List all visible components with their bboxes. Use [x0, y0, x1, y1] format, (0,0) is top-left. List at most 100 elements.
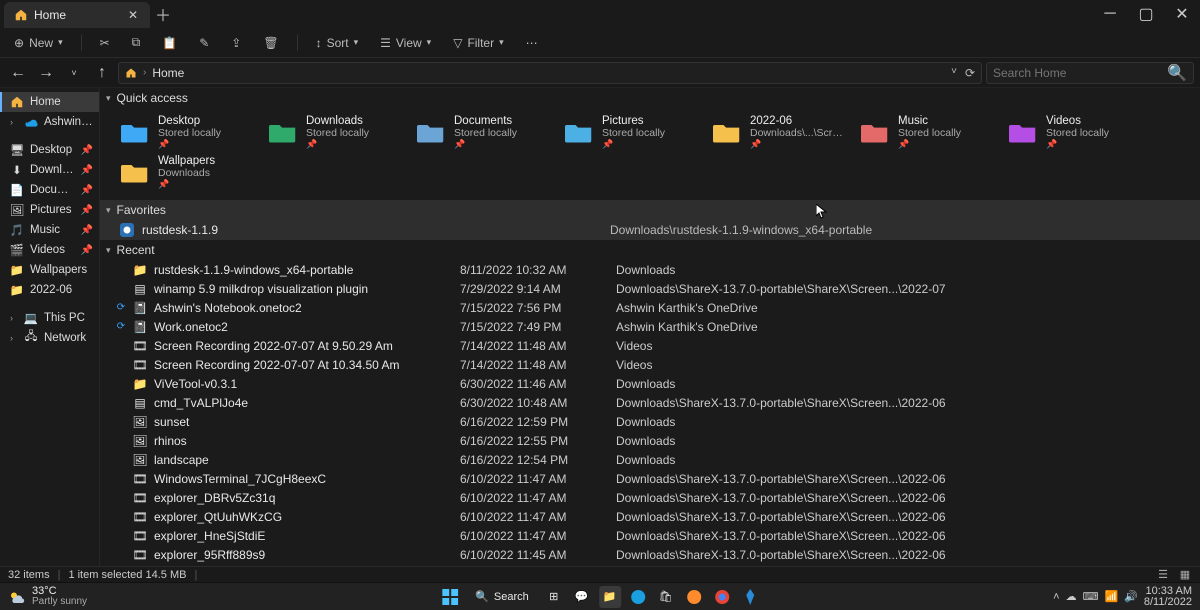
- recent-item[interactable]: 📁ViVeTool-v0.3.16/30/2022 11:46 AMDownlo…: [100, 374, 1200, 393]
- quick-access-tile[interactable]: WallpapersDownloads📌: [116, 152, 260, 192]
- recent-item[interactable]: ⟳📓Ashwin's Notebook.onetoc27/15/2022 7:5…: [100, 298, 1200, 317]
- system-tray[interactable]: ˄ ☁ ⌨ 📶 🔊 10:33 AM 8/11/2022: [1053, 586, 1192, 608]
- taskbar-app-chat[interactable]: 💬: [571, 586, 593, 608]
- taskbar-search[interactable]: 🔍Search: [467, 588, 537, 605]
- taskbar-app-edge[interactable]: [627, 586, 649, 608]
- more-button[interactable]: ⋯: [518, 33, 546, 53]
- tray-volume-icon[interactable]: 🔊: [1124, 590, 1138, 603]
- section-favorites[interactable]: ▾ Favorites: [100, 200, 1200, 220]
- sidebar-item-network[interactable]: ›🖧Network: [0, 328, 99, 348]
- view-icon: ☰: [380, 36, 391, 50]
- taskbar-app-store[interactable]: 🛍: [655, 586, 677, 608]
- tab-home[interactable]: Home ✕: [4, 2, 150, 28]
- sidebar-item-personal[interactable]: › Ashwin - Personal: [0, 112, 99, 132]
- view-button[interactable]: ☰View▾: [372, 33, 439, 53]
- recent-item[interactable]: 🎞Screen Recording 2022-07-07 At 10.34.50…: [100, 355, 1200, 374]
- search-input[interactable]: [993, 66, 1161, 80]
- sidebar-item-music[interactable]: 🎵Music📌: [0, 220, 99, 240]
- sidebar-item-202206[interactable]: 📁2022-06: [0, 280, 99, 300]
- favorite-item[interactable]: rustdesk-1.1.9 Downloads\rustdesk-1.1.9-…: [100, 220, 1200, 240]
- taskbar-app-generic[interactable]: [739, 586, 761, 608]
- copy-button[interactable]: ⧉: [124, 32, 149, 53]
- maximize-button[interactable]: ▢: [1128, 0, 1164, 28]
- tray-chevron-icon[interactable]: ˄: [1053, 591, 1059, 603]
- sidebar-item-downloads[interactable]: ⬇Downloads📌: [0, 160, 99, 180]
- close-tab-icon[interactable]: ✕: [126, 8, 140, 22]
- thumbnails-view-button[interactable]: ▦: [1178, 568, 1192, 582]
- back-button[interactable]: ←: [6, 61, 30, 85]
- recent-item[interactable]: 🖼sunset6/16/2022 12:59 PMDownloads: [100, 412, 1200, 431]
- sidebar-item-desktop[interactable]: 🖥Desktop📌: [0, 140, 99, 160]
- delete-button[interactable]: 🗑: [255, 33, 286, 53]
- close-window-button[interactable]: ✕: [1164, 0, 1200, 28]
- recent-item[interactable]: 🎞explorer_DBRv5Zc31q6/10/2022 11:47 AMDo…: [100, 488, 1200, 507]
- tray-onedrive-icon[interactable]: ☁: [1066, 590, 1077, 603]
- file-date: 6/10/2022 11:47 AM: [460, 491, 610, 505]
- quick-access-tile[interactable]: DesktopStored locally📌: [116, 112, 260, 152]
- recent-item[interactable]: 🎞WindowsTerminal_7JCgH8eexC6/10/2022 11:…: [100, 469, 1200, 488]
- tile-name: Music: [898, 115, 961, 127]
- recent-item[interactable]: 🎞explorer_95Rff889s96/10/2022 11:45 AMDo…: [100, 545, 1200, 564]
- quick-access-tile[interactable]: 2022-06Downloads\...\Screenshots📌: [708, 112, 852, 152]
- recent-item[interactable]: ⟳📓Work.onetoc27/15/2022 7:49 PMAshwin Ka…: [100, 317, 1200, 336]
- start-button[interactable]: [439, 586, 461, 608]
- forward-button[interactable]: →: [34, 61, 58, 85]
- paste-button[interactable]: 📋: [154, 33, 185, 53]
- recent-item[interactable]: ▤winamp 5.9 milkdrop visualization plugi…: [100, 279, 1200, 298]
- quick-access-tile[interactable]: DocumentsStored locally📌: [412, 112, 556, 152]
- taskbar-app-chrome[interactable]: [711, 586, 733, 608]
- up-button[interactable]: ↑: [90, 61, 114, 85]
- search-box[interactable]: 🔍: [986, 62, 1194, 84]
- recent-item[interactable]: 🎞explorer_QtUuhWKzCG6/10/2022 11:47 AMDo…: [100, 507, 1200, 526]
- recent-item[interactable]: 📁rustdesk-1.1.9-windows_x64-portable8/11…: [100, 260, 1200, 279]
- recent-item[interactable]: ▤cmd_TvALPlJo4e6/30/2022 10:48 AMDownloa…: [100, 393, 1200, 412]
- sort-button[interactable]: ↕Sort▾: [308, 33, 367, 53]
- music-icon: 🎵: [10, 223, 24, 237]
- sidebar-item-videos[interactable]: 🎬Videos📌: [0, 240, 99, 260]
- recent-item[interactable]: 🎞explorer_HneSjStdiE6/10/2022 11:47 AMDo…: [100, 526, 1200, 545]
- sidebar-item-home[interactable]: Home: [0, 92, 99, 112]
- new-button[interactable]: ⊕ New ▾: [6, 33, 71, 53]
- chevron-down-icon: ▾: [106, 205, 111, 216]
- filter-button[interactable]: ▽Filter▾: [445, 33, 511, 53]
- new-tab-button[interactable]: ＋: [150, 0, 176, 28]
- section-quick-access[interactable]: ▾ Quick access: [100, 88, 1200, 108]
- file-name: WindowsTerminal_7JCgH8eexC: [154, 472, 454, 486]
- share-button[interactable]: ⇪: [223, 33, 249, 53]
- breadcrumb-home[interactable]: Home: [152, 66, 184, 80]
- recent-item[interactable]: 🖼landscape6/16/2022 12:54 PMDownloads: [100, 450, 1200, 469]
- history-dropdown-icon[interactable]: ˅: [951, 66, 957, 80]
- recent-item[interactable]: 🖼rhinos6/16/2022 12:55 PMDownloads: [100, 431, 1200, 450]
- taskbar-app-explorer[interactable]: 📁: [599, 586, 621, 608]
- section-recent[interactable]: ▾ Recent: [100, 240, 1200, 260]
- pin-icon: 📌: [454, 139, 517, 150]
- recent-locations-button[interactable]: ˅: [62, 61, 86, 85]
- taskbar-clock[interactable]: 10:33 AM 8/11/2022: [1144, 586, 1192, 608]
- quick-access-tile[interactable]: MusicStored locally📌: [856, 112, 1000, 152]
- breadcrumb[interactable]: › Home ˅ ⟳: [118, 62, 982, 84]
- cut-button[interactable]: ✂: [92, 33, 118, 53]
- tray-wifi-icon[interactable]: 📶: [1104, 590, 1118, 603]
- taskbar-weather[interactable]: 33°CPartly sunny: [8, 586, 87, 607]
- minimize-button[interactable]: ─: [1092, 0, 1128, 28]
- quick-access-tile[interactable]: VideosStored locally📌: [1004, 112, 1148, 152]
- file-date: 7/14/2022 11:48 AM: [460, 339, 610, 353]
- pin-icon: 📌: [306, 139, 369, 150]
- details-view-button[interactable]: ☰: [1156, 568, 1170, 582]
- refresh-button[interactable]: ⟳: [965, 66, 975, 80]
- taskbar-app-firefox[interactable]: [683, 586, 705, 608]
- rename-button[interactable]: ✎: [191, 33, 217, 53]
- sidebar-item-documents[interactable]: 📄Documents📌: [0, 180, 99, 200]
- ellipsis-icon: ⋯: [526, 36, 538, 50]
- sidebar-item-pictures[interactable]: 🖼Pictures📌: [0, 200, 99, 220]
- folder-icon: [712, 119, 742, 145]
- file-date: 6/10/2022 11:47 AM: [460, 529, 610, 543]
- sidebar-item-wallpapers[interactable]: 📁Wallpapers: [0, 260, 99, 280]
- task-view-button[interactable]: ⊞: [543, 586, 565, 608]
- quick-access-tile[interactable]: PicturesStored locally📌: [560, 112, 704, 152]
- quick-access-tile[interactable]: DownloadsStored locally📌: [264, 112, 408, 152]
- onedrive-icon: [24, 115, 38, 129]
- sidebar-item-thispc[interactable]: ›💻This PC: [0, 308, 99, 328]
- tray-language-icon[interactable]: ⌨: [1083, 590, 1099, 603]
- recent-item[interactable]: 🎞Screen Recording 2022-07-07 At 9.50.29 …: [100, 336, 1200, 355]
